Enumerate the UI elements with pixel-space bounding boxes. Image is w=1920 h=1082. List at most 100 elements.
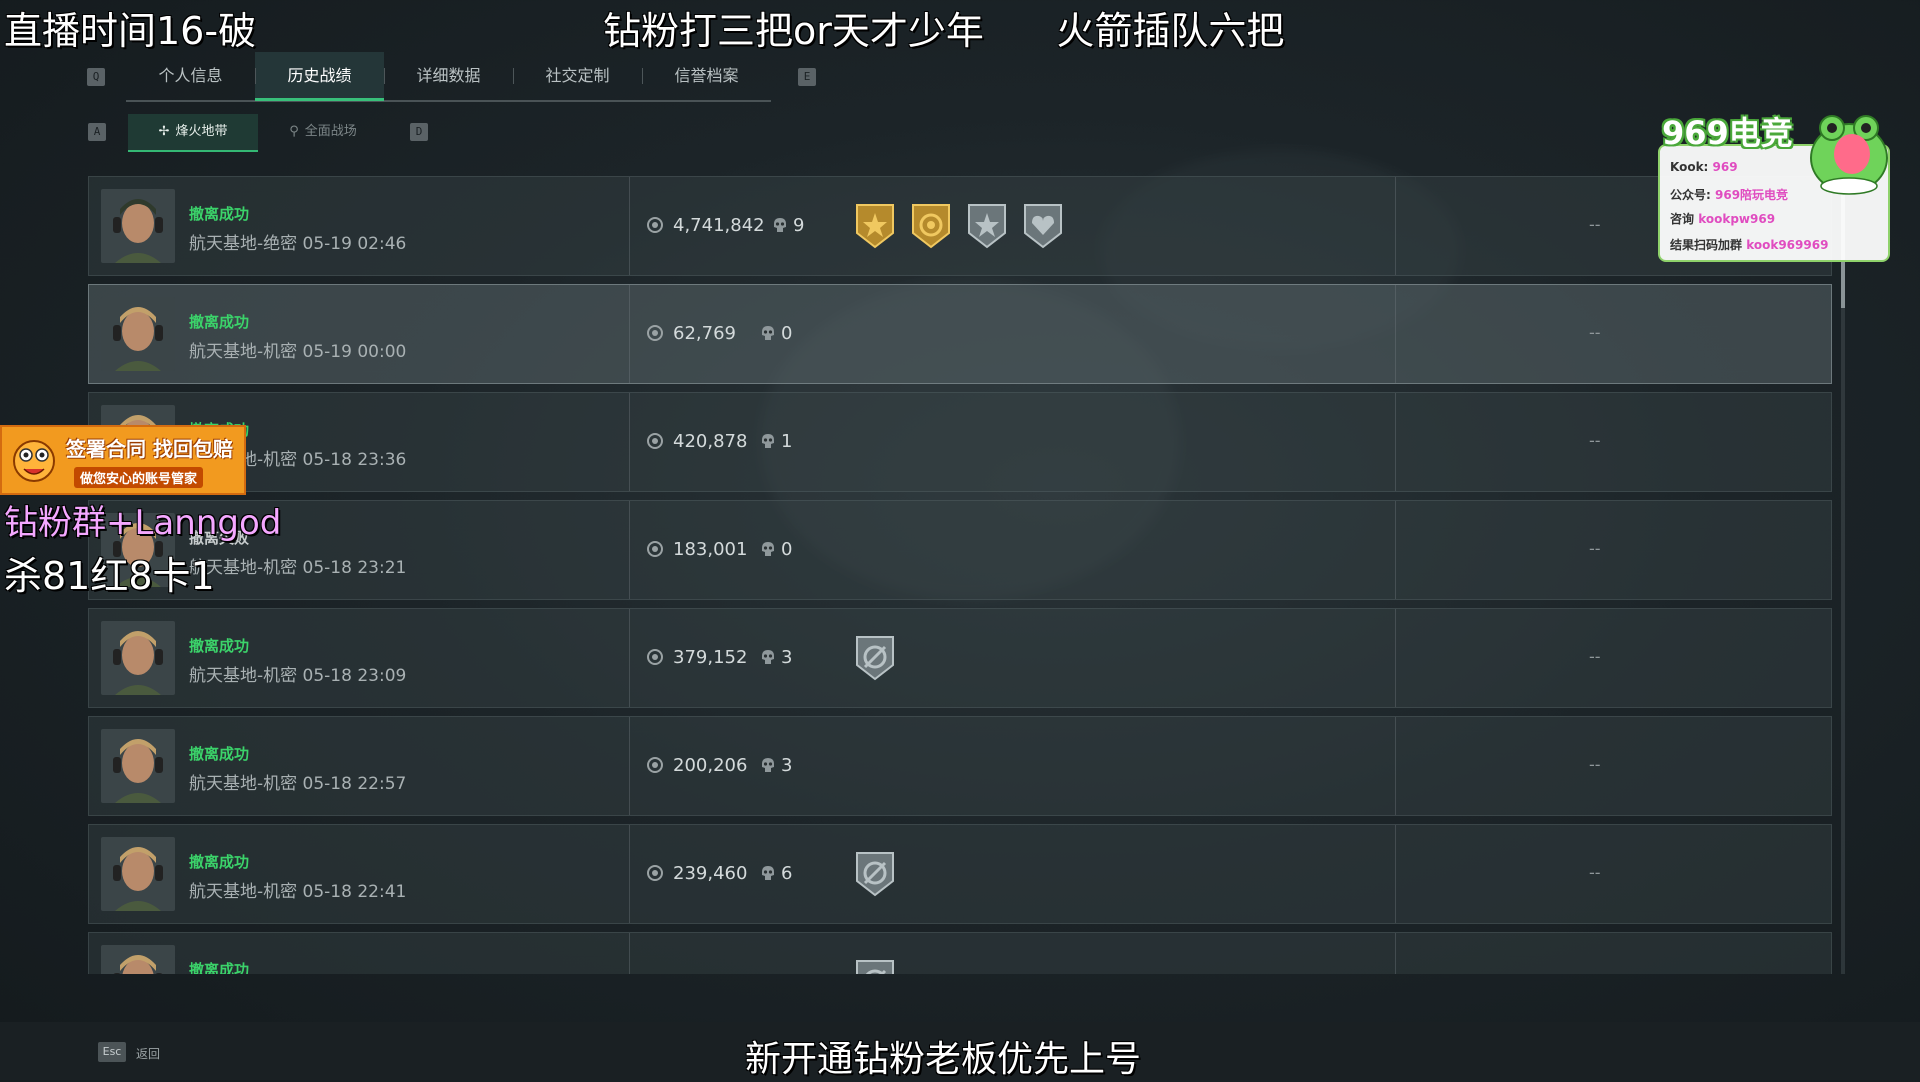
subtab-prev-key-hint[interactable]: A [88, 123, 106, 141]
tab-prev-key-hint[interactable]: Q [87, 68, 105, 86]
match-row[interactable]: 撤离成功 航天基地-机密 05-19 00:00 62,769 0 -- [88, 284, 1832, 384]
row-divider [629, 393, 630, 491]
extraction-status: 撤离成功 [189, 313, 250, 331]
operator-avatar [101, 729, 175, 803]
kill-count: 3 [781, 755, 793, 776]
tab-next-key-hint[interactable]: E [798, 68, 816, 86]
match-row[interactable]: 撤离成功 航天基地-绝密 05-19 02:46 4,741,842 9 -- [88, 176, 1832, 276]
tab-profile[interactable]: 个人信息 [126, 52, 255, 100]
coin-icon [647, 757, 663, 773]
extra-stat: -- [1589, 863, 1601, 882]
match-row[interactable]: 撤离成功 航天基地-机密 05-18 23:09 379,152 3 -- [88, 608, 1832, 708]
row-divider [1395, 717, 1396, 815]
silver-crosshair-badge[interactable] [853, 633, 897, 683]
list-scrollbar[interactable] [1841, 176, 1845, 974]
skull-icon [761, 757, 775, 773]
bottom-caption: 新开通钻粉老板优先上号 [745, 1039, 1142, 1080]
warzone-icon: ✢ [158, 124, 170, 139]
sponsor-wechat-label: 公众号: [1670, 188, 1711, 202]
sponsor-card: Kook: 969 公众号: 969陪玩电竞 咨询 kookpw969 结果扫码… [1658, 108, 1892, 264]
row-divider [1395, 501, 1396, 599]
map-and-time: 航天基地-机密 05-19 00:00 [189, 342, 407, 362]
row-divider [1395, 825, 1396, 923]
skull-icon [761, 325, 775, 341]
kill-count: 0 [781, 323, 793, 344]
coin-icon [647, 649, 663, 665]
coin-icon [647, 217, 663, 233]
silver-heart-badge[interactable] [1021, 201, 1065, 251]
kill-count: 6 [781, 863, 793, 884]
silver-crosshair-badge[interactable] [853, 849, 897, 899]
back-label[interactable]: 返回 [136, 1045, 160, 1062]
subtab-full-battle[interactable]: ⚲ 全面战场 [258, 114, 388, 150]
sponsor-group-value: kook969969 [1746, 238, 1829, 252]
ad-subline: 做您安心的账号管家 [74, 467, 204, 488]
loot-value: 4,741,842 [673, 215, 765, 236]
loot-value: 183,001 [673, 539, 748, 560]
extra-stat: -- [1589, 431, 1601, 450]
loot-value: 420,878 [673, 431, 748, 452]
esc-key-hint[interactable]: Esc [98, 1042, 126, 1062]
match-row[interactable]: 撤离成功 航天基地-机密 05-18 22:57 200,206 3 -- [88, 716, 1832, 816]
gold-star-badge[interactable] [853, 201, 897, 251]
row-divider [629, 285, 630, 383]
ad-banner: 签署合同 找回包赔 做您安心的账号管家 [0, 425, 246, 495]
sponsor-kook-value: 969 [1712, 160, 1738, 174]
sponsor-contact-value: kookpw969 [1698, 212, 1776, 226]
row-divider [1395, 933, 1396, 974]
kill-count: 3 [781, 647, 793, 668]
tab-history[interactable]: 历史战绩 [255, 52, 384, 101]
frog-mascot-icon [1810, 115, 1888, 195]
match-row[interactable]: 撤离成功航天基地-机密 05-18 23:36420,8781-- [88, 392, 1832, 492]
sponsor-kook-label: Kook: [1670, 160, 1709, 174]
fan-group-caption: 钻粉群+Lanngod [4, 503, 282, 543]
silver-crosshair-badge[interactable] [853, 957, 897, 974]
row-divider [1395, 285, 1396, 383]
extra-stat: -- [1589, 647, 1601, 666]
extraction-status: 撤离成功 [189, 205, 250, 223]
tab-details[interactable]: 详细数据 [384, 52, 513, 100]
extra-stat: -- [1589, 215, 1601, 234]
sponsor-contact-line: 咨询 kookpw969 [1670, 210, 1775, 227]
coin-icon [647, 865, 663, 881]
extra-stat: -- [1589, 539, 1601, 558]
sponsor-group-label: 结果扫码加群 [1670, 238, 1743, 252]
operator-avatar [101, 297, 175, 371]
row-divider [629, 717, 630, 815]
extraction-status: 撤离成功 [189, 853, 250, 871]
extraction-status: 撤离成功 [189, 745, 250, 763]
coin-icon [647, 433, 663, 449]
match-row[interactable]: 撤离失败 航天基地-机密 05-18 23:21 183,001 0 -- [88, 500, 1832, 600]
subtab-next-key-hint[interactable]: D [410, 123, 428, 141]
kill-count: 0 [781, 539, 793, 560]
map-and-time: 航天基地-机密 05-18 22:57 [189, 774, 407, 794]
ad-headline: 签署合同 找回包赔 [66, 437, 233, 461]
match-row[interactable]: 撤离成功 航天基地-机密 05-18 22:41 239,460 6 -- [88, 824, 1832, 924]
gold-target-badge[interactable] [909, 201, 953, 251]
extraction-status: 撤离成功 [189, 637, 250, 655]
skull-icon [773, 217, 787, 233]
mode-subtab-bar: ✢ 烽火地带 ⚲ 全面战场 [128, 114, 388, 152]
row-divider [1395, 177, 1396, 275]
match-row[interactable]: 撤离成功 [88, 932, 1832, 974]
row-divider [1395, 609, 1396, 707]
match-history-list: 撤离成功 航天基地-绝密 05-19 02:46 4,741,842 9 -- 撤离成功航… [88, 176, 1832, 974]
silver-star-badge[interactable] [965, 201, 1009, 251]
tab-social[interactable]: 社交定制 [513, 52, 642, 100]
operator-avatar [101, 621, 175, 695]
main-tab-bar: 个人信息 历史战绩 详细数据 社交定制 信誉档案 [126, 52, 771, 102]
subtab-label: 全面战场 [304, 124, 357, 139]
row-divider [629, 609, 630, 707]
row-divider [629, 177, 630, 275]
kill-count: 1 [781, 431, 793, 452]
sponsor-title: 969电竞 [1662, 114, 1793, 152]
kill-stats-caption: 杀81红8卡1 [4, 554, 215, 598]
sponsor-wechat-value: 969陪玩电竞 [1715, 188, 1789, 202]
map-and-time: 航天基地-机密 05-18 23:21 [189, 558, 407, 578]
skull-icon [761, 865, 775, 881]
row-divider [629, 933, 630, 974]
sponsor-kook-line: Kook: 969 [1670, 160, 1738, 174]
sponsor-wechat-line: 公众号: 969陪玩电竞 [1670, 186, 1788, 203]
tab-credit[interactable]: 信誉档案 [642, 52, 771, 100]
subtab-warzone[interactable]: ✢ 烽火地带 [128, 114, 258, 152]
